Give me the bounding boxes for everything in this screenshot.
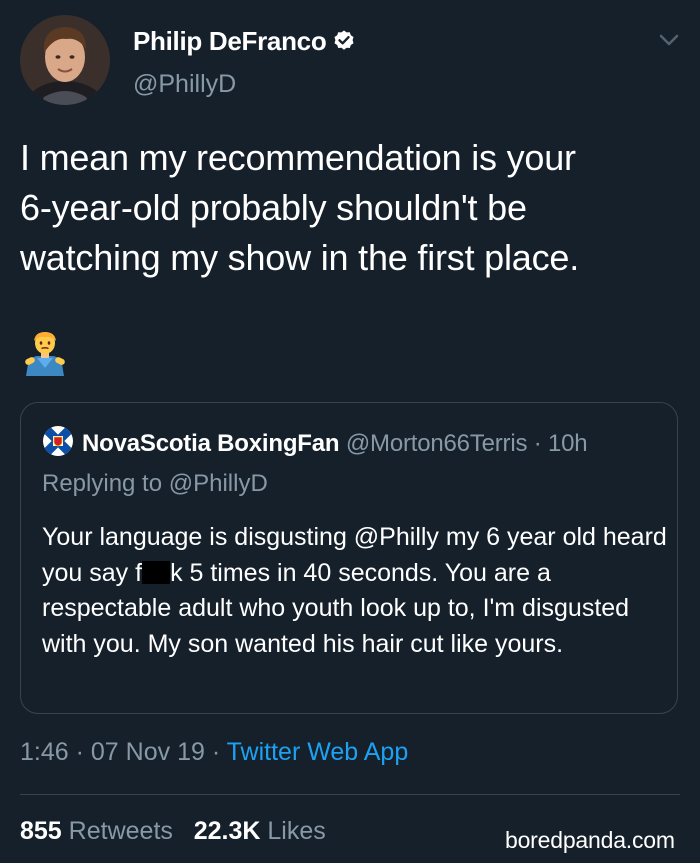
tweet-text-line: 6-year-old probably shouldn't be	[20, 187, 527, 228]
quoted-tweet-card[interactable]: NovaScotia BoxingFan @Morton66Terris · 1…	[20, 402, 678, 714]
tweet-source-link[interactable]: Twitter Web App	[227, 738, 409, 766]
likes-stat[interactable]: 22.3K Likes	[194, 817, 326, 845]
avatar[interactable]	[20, 15, 110, 105]
tweet-text: I mean my recommendation is your 6-year-…	[20, 133, 685, 283]
tweet-time[interactable]: 1:46	[20, 738, 69, 766]
retweets-label: Retweets	[68, 817, 173, 845]
author-name-text: Philip DeFranco	[133, 26, 327, 56]
quoted-display-name[interactable]: NovaScotia BoxingFan	[82, 430, 340, 457]
tweet-stats: 855 Retweets 22.3K Likes	[20, 817, 326, 846]
tweet-text-line: watching my show in the first place.	[20, 237, 580, 278]
watermark: boredpanda.com	[505, 827, 675, 853]
author-display-name[interactable]: Philip DeFranco	[133, 26, 356, 60]
likes-label: Likes	[267, 817, 326, 845]
retweets-count: 855	[20, 817, 62, 845]
likes-count: 22.3K	[193, 817, 261, 845]
censor-bar	[142, 560, 171, 584]
separator-dot: ·	[533, 430, 542, 457]
quoted-handle: @Morton66Terris	[345, 430, 528, 457]
separator-dot: ·	[75, 738, 84, 766]
separator-dot: ·	[211, 738, 221, 766]
chevron-down-icon[interactable]	[658, 32, 680, 48]
replying-to-label: Replying to @PhillyD	[42, 470, 268, 497]
quoted-tweet-text: Your language is disgusting @Philly my 6…	[42, 520, 667, 662]
verified-badge-icon	[332, 29, 356, 60]
tweet-text-line: I mean my recommendation is your	[20, 137, 576, 178]
author-handle[interactable]: @PhillyD	[133, 70, 236, 99]
person-shrugging-emoji-icon	[22, 330, 68, 376]
divider	[20, 794, 680, 795]
quoted-timestamp: 10h	[548, 430, 588, 457]
quoted-tweet-header: NovaScotia BoxingFan @Morton66Terris · 1…	[42, 425, 588, 458]
avatar-image	[20, 15, 110, 105]
tweet-date[interactable]: 07 Nov 19	[91, 738, 205, 766]
nova-scotia-flag-icon	[42, 425, 74, 457]
tweet-meta: 1:46 · 07 Nov 19 · Twitter Web App	[20, 738, 408, 767]
retweets-stat[interactable]: 855 Retweets	[20, 817, 173, 845]
